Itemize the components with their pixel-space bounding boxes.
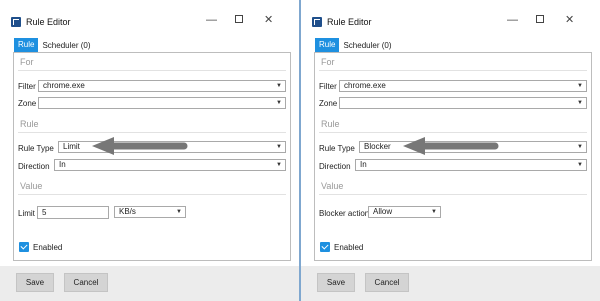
tab-scheduler[interactable]: Scheduler (0) (38, 41, 94, 50)
rule-type-label: Rule Type (319, 144, 355, 153)
section-value: Value (321, 181, 344, 191)
rule-editor-app-icon (312, 17, 322, 27)
direction-label: Direction (18, 162, 50, 171)
filter-label: Filter (319, 82, 337, 91)
rule-panel: For Filter chrome.exe ▼ Zone ▼ Rule Rule… (314, 52, 592, 261)
tab-rule[interactable]: Rule (315, 38, 340, 52)
section-divider (18, 194, 286, 195)
direction-label: Direction (319, 162, 351, 171)
maximize-icon[interactable] (536, 15, 544, 26)
limit-unit-value: KB/s (119, 207, 136, 216)
chevron-down-icon: ▼ (577, 83, 583, 89)
zone-label: Zone (18, 99, 37, 108)
rule-panel: For Filter chrome.exe ▼ Zone ▼ Rule Rule… (13, 52, 291, 261)
window-title: Rule Editor (327, 17, 372, 27)
chevron-down-icon: ▼ (276, 144, 282, 150)
limit-input[interactable]: 5 (37, 206, 109, 219)
direction-value: In (59, 160, 66, 169)
tab-strip: Rule Scheduler (0) (14, 38, 94, 52)
chevron-down-icon: ▼ (276, 83, 282, 89)
filter-value: chrome.exe (43, 81, 85, 90)
section-divider (18, 132, 286, 133)
direction-select[interactable]: In ▼ (54, 159, 286, 171)
chevron-down-icon: ▼ (431, 209, 437, 215)
dialog-footer: Save Cancel (301, 266, 600, 301)
save-button[interactable]: Save (16, 273, 54, 292)
tab-scheduler[interactable]: Scheduler (0) (339, 41, 395, 50)
limit-unit-select[interactable]: KB/s ▼ (114, 206, 186, 218)
section-rule: Rule (20, 119, 39, 129)
cancel-button[interactable]: Cancel (365, 273, 409, 292)
minimize-icon[interactable]: — (507, 15, 518, 26)
chevron-down-icon: ▼ (577, 100, 583, 106)
direction-select[interactable]: In ▼ (355, 159, 587, 171)
close-icon[interactable]: ✕ (264, 15, 273, 26)
maximize-icon[interactable] (235, 15, 243, 26)
dialog-footer: Save Cancel (0, 266, 299, 301)
chevron-down-icon: ▼ (577, 162, 583, 168)
section-for: For (20, 57, 34, 67)
chevron-down-icon: ▼ (276, 162, 282, 168)
minimize-icon[interactable]: — (206, 15, 217, 26)
zone-select[interactable]: ▼ (339, 97, 587, 109)
blocker-action-label: Blocker action (319, 209, 370, 218)
filter-label: Filter (18, 82, 36, 91)
section-divider (18, 70, 286, 71)
section-divider (319, 194, 587, 195)
chevron-down-icon: ▼ (276, 100, 282, 106)
section-value: Value (20, 181, 43, 191)
section-rule: Rule (321, 119, 340, 129)
rule-editor-app-icon (11, 17, 21, 27)
enabled-label: Enabled (334, 243, 364, 252)
section-divider (319, 70, 587, 71)
title-bar: Rule Editor — ✕ (301, 0, 600, 34)
tab-rule[interactable]: Rule (14, 38, 39, 52)
rule-editor-window-limit: Rule Editor — ✕ Rule Scheduler (0) For F… (0, 0, 299, 301)
blocker-action-value: Allow (373, 207, 393, 216)
filter-select[interactable]: chrome.exe ▼ (38, 80, 286, 92)
enabled-label: Enabled (33, 243, 63, 252)
section-for: For (321, 57, 335, 67)
zone-select[interactable]: ▼ (38, 97, 286, 109)
rule-type-label: Rule Type (18, 144, 54, 153)
direction-value: In (360, 160, 367, 169)
filter-select[interactable]: chrome.exe ▼ (339, 80, 587, 92)
rule-type-value: Limit (63, 142, 80, 151)
tab-strip: Rule Scheduler (0) (315, 38, 395, 52)
chevron-down-icon: ▼ (176, 209, 182, 215)
zone-label: Zone (319, 99, 338, 108)
chevron-down-icon: ▼ (577, 144, 583, 150)
blocker-action-select[interactable]: Allow ▼ (368, 206, 441, 218)
window-title: Rule Editor (26, 17, 71, 27)
rule-editor-window-blocker: Rule Editor — ✕ Rule Scheduler (0) For F… (301, 0, 600, 301)
enabled-checkbox[interactable] (19, 242, 29, 252)
rule-type-value: Blocker (364, 142, 391, 151)
save-button[interactable]: Save (317, 273, 355, 292)
annotation-arrow-icon (403, 137, 499, 155)
annotation-arrow-icon (92, 137, 188, 155)
enabled-checkbox[interactable] (320, 242, 330, 252)
title-bar: Rule Editor — ✕ (0, 0, 299, 34)
limit-label: Limit (18, 209, 35, 218)
filter-value: chrome.exe (344, 81, 386, 90)
cancel-button[interactable]: Cancel (64, 273, 108, 292)
close-icon[interactable]: ✕ (565, 15, 574, 26)
section-divider (319, 132, 587, 133)
